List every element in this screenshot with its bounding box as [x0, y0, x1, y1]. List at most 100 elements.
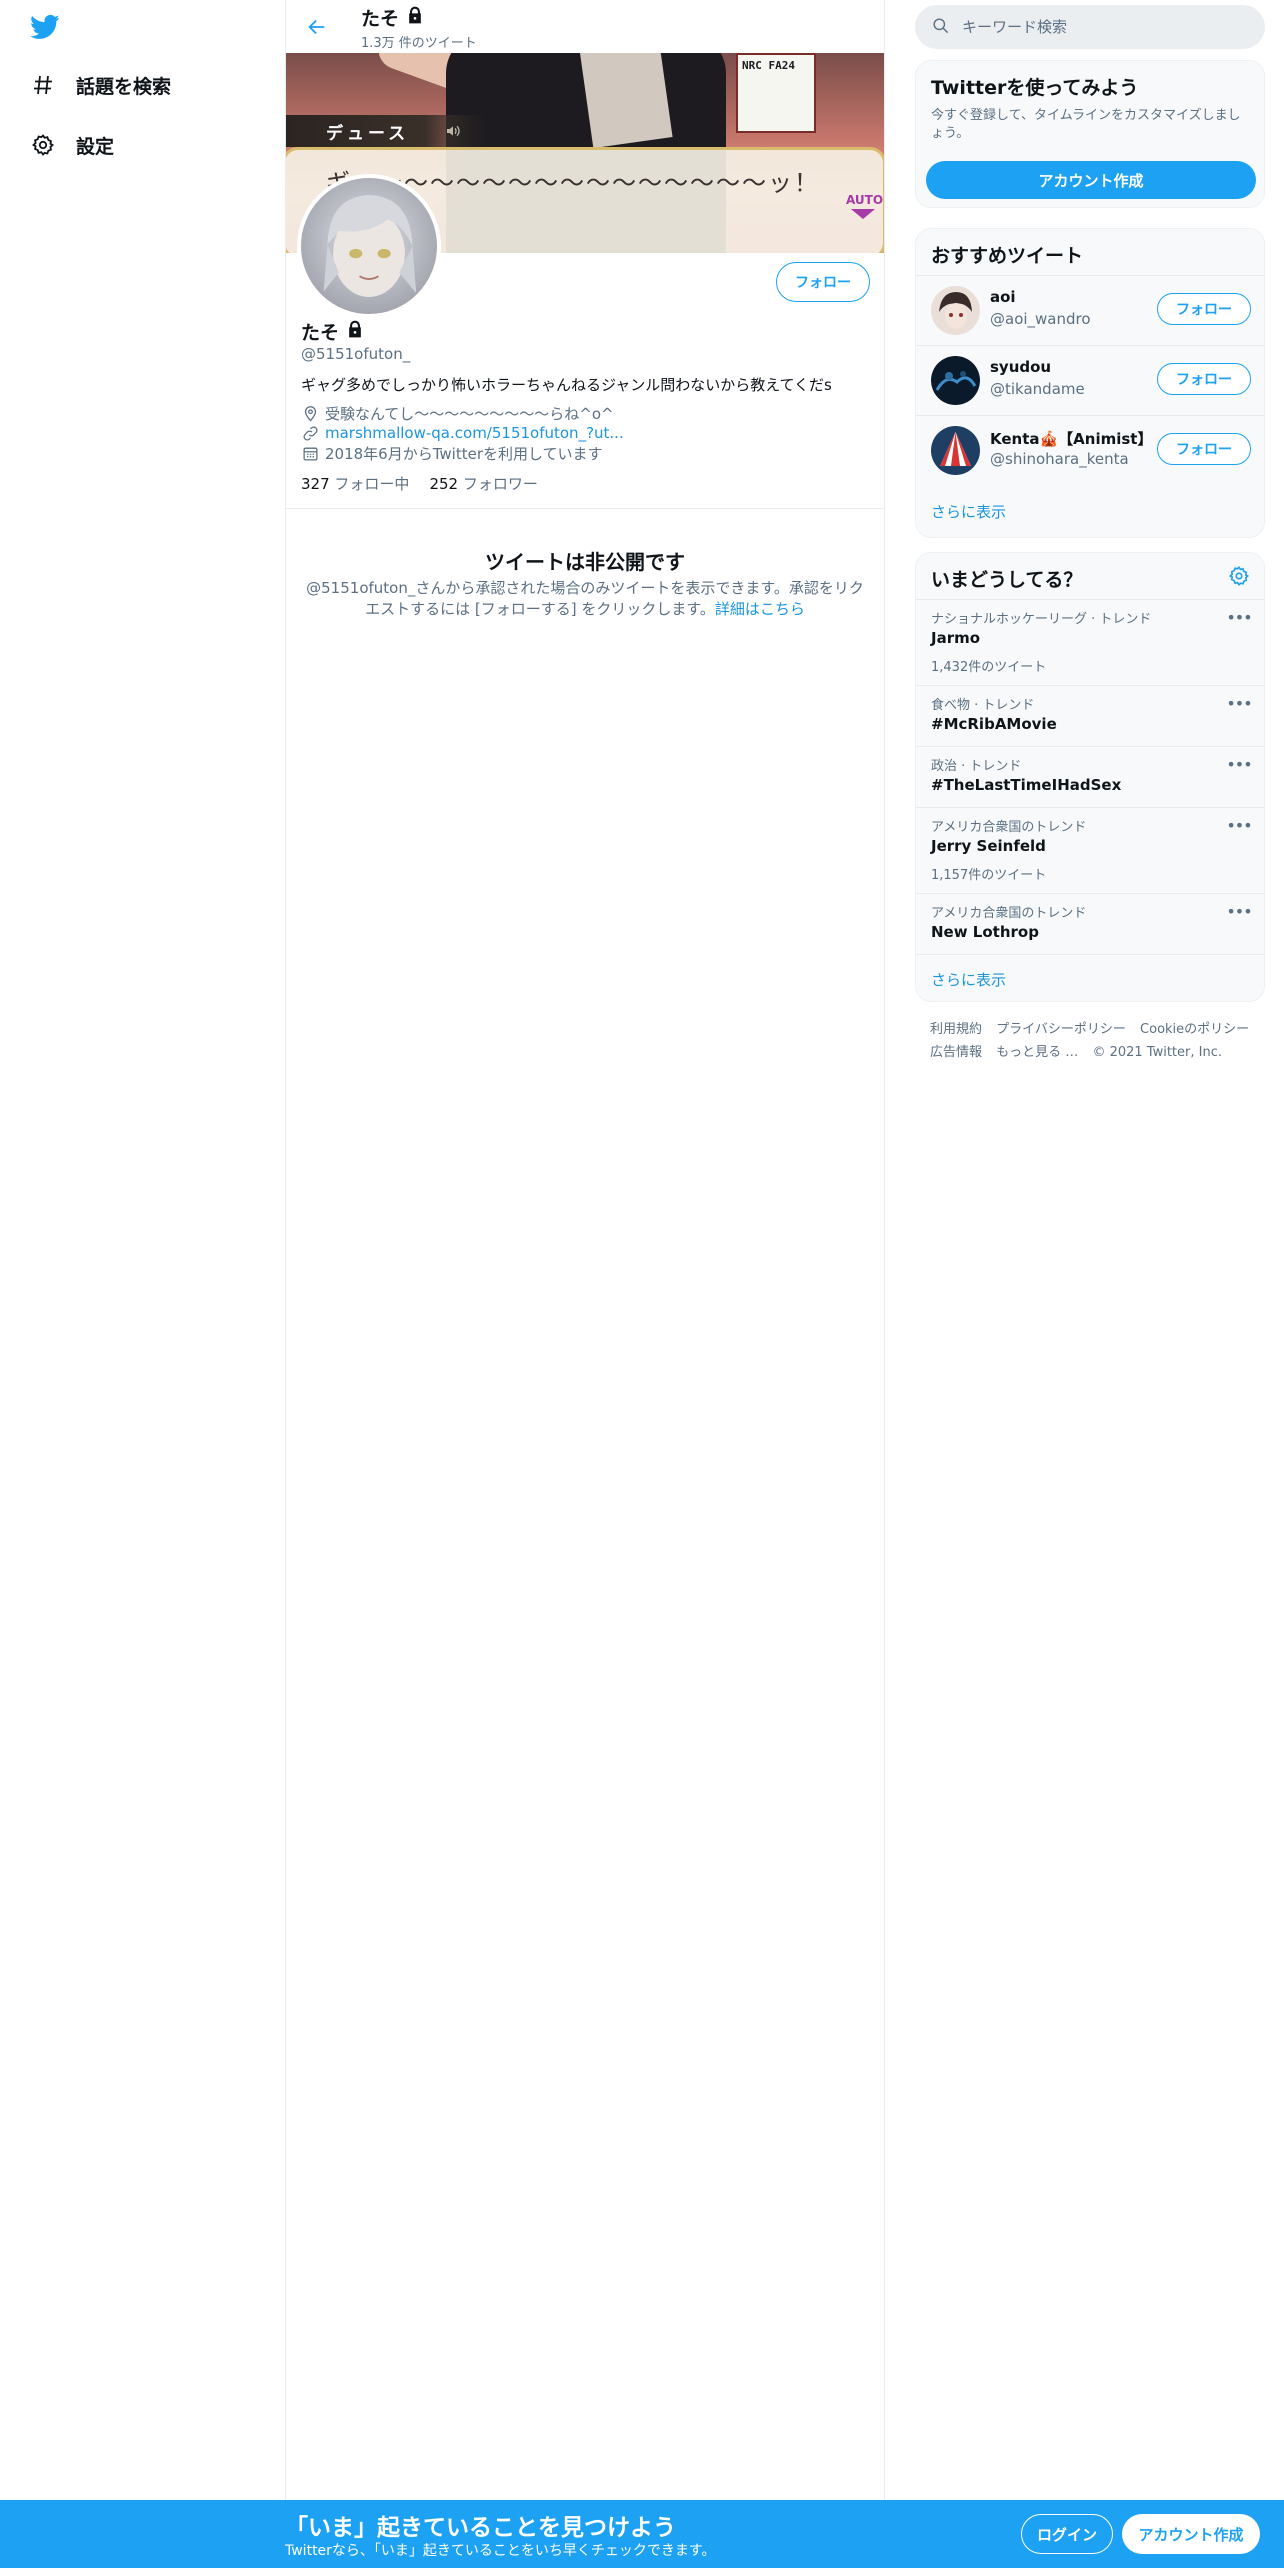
bottom-signup-bar: 「いま」起きていることを見つけよう Twitterなら、「いま」起きていることを… [0, 2500, 1284, 2568]
footer-link[interactable]: プライバシーポリシー [996, 1022, 1126, 1037]
signup-card-sub: 今すぐ登録して、タイムラインをカスタマイズしましょう。 [931, 108, 1241, 141]
profile-header: たそ 1.3万 件のツイート [286, 0, 884, 53]
trend-item[interactable]: ナショナルホッケーリーグ · トレンド Jarmo 1,432件のツイート ••… [916, 599, 1264, 685]
lock-icon [345, 319, 365, 344]
search-box[interactable] [915, 5, 1265, 49]
followers-label: フォロワー [462, 475, 538, 493]
profile-url-link[interactable]: marshmallow-qa.com/5151ofuton_?ut... [325, 424, 624, 442]
followers-count[interactable]: 252 フォロワー [429, 473, 537, 494]
profile-joined: 2018年6月からTwitterを利用しています [301, 443, 603, 464]
left-nav: 話題を検索 設定 [0, 0, 285, 2500]
learn-more-link[interactable]: 詳細はこちら [715, 600, 805, 618]
profile-avatar[interactable] [297, 174, 441, 318]
more-dots-icon[interactable]: ••• [1226, 902, 1252, 922]
follow-button[interactable]: フォロー [776, 262, 870, 302]
signup-button[interactable]: アカウント作成 [1122, 2514, 1260, 2554]
gear-icon[interactable] [1228, 565, 1254, 591]
more-dots-icon[interactable]: ••• [1226, 608, 1252, 628]
footer-link[interactable]: 広告情報 [930, 1045, 982, 1060]
recommended-title: おすすめツイート [931, 245, 1084, 267]
link-icon [301, 424, 319, 442]
trends-more-row: さらに表示 [916, 954, 1264, 1001]
following-label: フォロー中 [334, 475, 410, 493]
gear-icon [28, 130, 58, 160]
trends-more-link[interactable]: さらに表示 [931, 969, 1006, 990]
trend-topic: Jarmo [931, 629, 981, 647]
footer-link[interactable]: 利用規約 [930, 1022, 982, 1037]
following-count[interactable]: 327 フォロー中 [301, 473, 409, 494]
banner-art [579, 53, 673, 149]
profile-name: たそ [301, 318, 365, 345]
search-icon [931, 16, 950, 39]
following-count-value: 327 [301, 475, 330, 493]
recommended-card: おすすめツイート aoi @aoi_wandro フォロー syudou @ti… [915, 228, 1265, 538]
recommended-user-handle: @shinohara_kenta [990, 450, 1129, 468]
recommended-user-name: aoi [990, 288, 1016, 306]
calendar-icon [301, 445, 319, 463]
header-tweet-count: 1.3万 件のツイート [361, 36, 477, 51]
bottom-bar-sub: Twitterなら、「いま」起きていることをいち早くチェックできます。 [285, 2543, 716, 2559]
follow-button[interactable]: フォロー [1157, 363, 1251, 395]
avatar [931, 286, 980, 335]
profile-column: たそ 1.3万 件のツイート NRC FA24 デュース ギ〜〜〜〜〜〜〜〜〜〜… [285, 0, 885, 2500]
trend-item[interactable]: 政治 · トレンド #TheLastTimeIHadSex ••• [916, 746, 1264, 807]
bottom-bar-title: 「いま」起きていることを見つけよう [285, 2515, 676, 2541]
follow-button[interactable]: フォロー [1157, 433, 1251, 465]
lock-icon [405, 5, 425, 30]
signup-card-title: Twitterを使ってみよう [931, 77, 1139, 99]
trends-title: いまどうしてる？ [931, 569, 1083, 591]
trend-context: アメリカ合衆国のトレンド [931, 820, 1087, 835]
private-notice-desc: @5151ofuton_さんから承認された場合のみツイートを表示できます。承認を… [306, 578, 864, 620]
profile-counts: 327 フォロー中 252 フォロワー [301, 473, 558, 494]
divider [286, 508, 884, 509]
trend-item[interactable]: 食べ物 · トレンド #McRibAMovie ••• [916, 685, 1264, 746]
profile-location: 受験なんてし〜〜〜〜〜〜〜〜〜らね^o^ [301, 403, 614, 424]
hashtag-icon [28, 70, 58, 100]
recommended-user[interactable]: syudou @tikandame フォロー [916, 345, 1264, 415]
copyright: © 2021 Twitter, Inc. [1092, 1045, 1222, 1060]
speaker-icon [444, 123, 462, 139]
footer-link[interactable]: もっと見る … [996, 1045, 1078, 1060]
trend-item[interactable]: アメリカ合衆国のトレンド Jerry Seinfeld 1,157件のツイート … [916, 807, 1264, 893]
twitter-bird-icon[interactable] [28, 12, 62, 42]
trend-context: 政治 · トレンド [931, 759, 1022, 774]
avatar [931, 356, 980, 405]
back-arrow-icon[interactable] [300, 10, 334, 44]
recommended-user[interactable]: Kenta🎪【Animist】 @shinohara_kenta フォロー [916, 415, 1264, 485]
trend-topic: #McRibAMovie [931, 715, 1057, 733]
nav-item-settings[interactable]: 設定 [28, 125, 114, 165]
header-name: たそ [361, 4, 425, 31]
footer-links: 利用規約 プライバシーポリシー Cookieのポリシー 広告情報 もっと見る …… [930, 1018, 1260, 1064]
trend-item[interactable]: アメリカ合衆国のトレンド New Lothrop ••• [916, 893, 1264, 954]
follow-button[interactable]: フォロー [1157, 293, 1251, 325]
recommended-user-name: Kenta🎪【Animist】 [990, 430, 1153, 448]
login-button[interactable]: ログイン [1021, 2514, 1113, 2554]
search-input[interactable] [962, 18, 1242, 36]
more-dots-icon[interactable]: ••• [1226, 694, 1252, 714]
footer-link[interactable]: Cookieのポリシー [1140, 1022, 1249, 1037]
profile-bio: ギャグ多めでしっかり怖いホラーちゃんねるジャンル問わないから教えてくだs [301, 376, 832, 394]
profile-url: marshmallow-qa.com/5151ofuton_?ut... [301, 424, 624, 442]
nav-item-label: 設定 [76, 135, 115, 158]
recommended-more-link[interactable]: さらに表示 [931, 501, 1006, 522]
more-dots-icon[interactable]: ••• [1226, 755, 1252, 775]
profile-location-text: 受験なんてし〜〜〜〜〜〜〜〜〜らね^o^ [325, 405, 614, 423]
header-name-text: たそ [361, 8, 400, 30]
banner-speaker-name: デュース [326, 124, 410, 144]
profile-handle: @5151ofuton_ [301, 345, 411, 363]
more-dots-icon[interactable]: ••• [1226, 816, 1252, 836]
location-pin-icon [301, 405, 319, 423]
create-account-button[interactable]: アカウント作成 [926, 161, 1256, 199]
profile-name-text: たそ [301, 322, 340, 344]
recommended-user[interactable]: aoi @aoi_wandro フォロー [916, 275, 1264, 345]
trend-count: 1,157件のツイート [931, 868, 1047, 883]
trends-card: いまどうしてる？ ナショナルホッケーリーグ · トレンド Jarmo 1,432… [915, 552, 1265, 1002]
profile-joined-text: 2018年6月からTwitterを利用しています [325, 445, 603, 463]
trend-context: ナショナルホッケーリーグ · トレンド [931, 612, 1152, 627]
signup-card: Twitterを使ってみよう 今すぐ登録して、タイムラインをカスタマイズしましょ… [915, 60, 1265, 208]
recommended-user-handle: @aoi_wandro [990, 310, 1091, 328]
trend-context: 食べ物 · トレンド [931, 698, 1035, 713]
nav-item-explore[interactable]: 話題を検索 [28, 65, 171, 105]
private-notice-title: ツイートは非公開です [485, 550, 685, 574]
recommended-user-name: syudou [990, 358, 1052, 376]
